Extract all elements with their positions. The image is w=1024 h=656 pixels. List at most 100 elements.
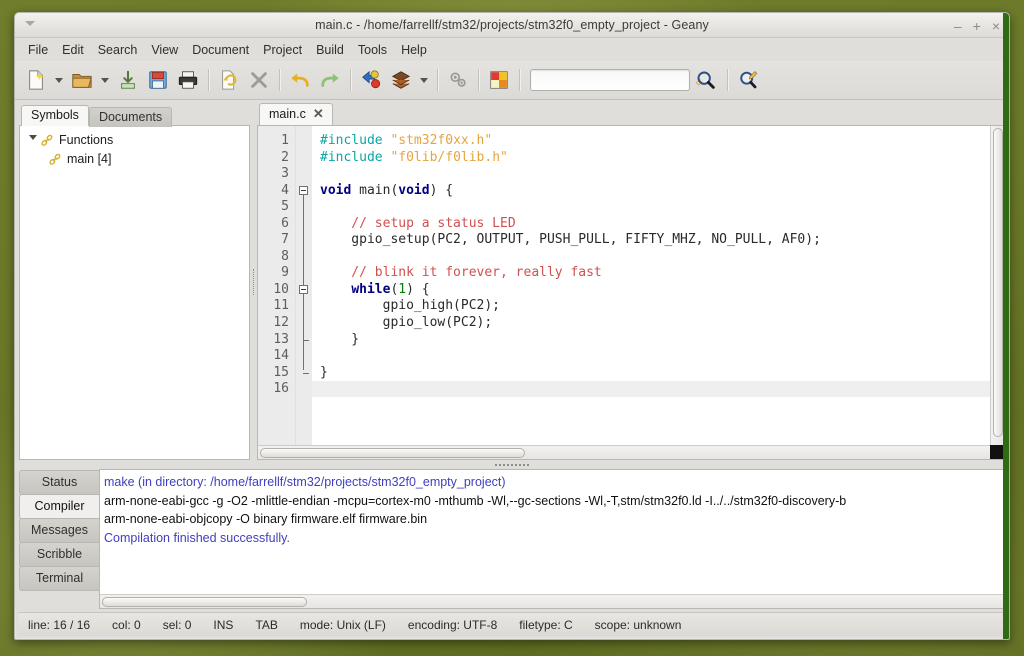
message-content: make (in directory: /home/farrellf/stm32…	[99, 13, 1009, 639]
close-button[interactable]: ×	[992, 19, 1000, 33]
navigate-back-icon[interactable]	[356, 65, 386, 95]
line-number: 14	[273, 348, 289, 364]
menu-edit[interactable]: Edit	[55, 41, 91, 59]
code-line: gpio_low(PC2);	[320, 315, 493, 331]
line-number: 2	[281, 149, 289, 165]
line-number: 5	[281, 199, 289, 215]
chain-link-icon	[40, 133, 54, 147]
editor-horizontal-scrollbar[interactable]	[258, 445, 1004, 459]
message-right-edge	[1003, 13, 1009, 639]
window-menu-arrow-icon[interactable]	[25, 21, 35, 26]
code-line: gpio_high(PC2);	[320, 298, 501, 314]
compiler-output[interactable]: make (in directory: /home/farrellf/stm32…	[100, 470, 1004, 594]
maximize-button[interactable]: +	[973, 19, 981, 33]
editor-vertical-scroll-thumb[interactable]	[993, 128, 1003, 438]
menu-document[interactable]: Document	[185, 41, 256, 59]
document-tab-label: main.c	[269, 107, 306, 121]
vertical-splitter[interactable]	[250, 104, 257, 460]
message-tab-scribble[interactable]: Scribble	[19, 542, 99, 567]
chain-link-icon	[48, 152, 62, 166]
minimize-button[interactable]: –	[954, 19, 962, 33]
toolbar-separator	[208, 69, 209, 91]
line-number: 9	[281, 265, 289, 281]
code-text-area[interactable]: #include "stm32f0xx.h" #include "f0lib/f0…	[312, 126, 1004, 445]
new-document-icon[interactable]	[21, 65, 51, 95]
message-horizontal-scroll-thumb[interactable]	[102, 597, 307, 607]
print-icon[interactable]	[173, 65, 203, 95]
toolbar-separator	[478, 69, 479, 91]
reload-icon[interactable]	[214, 65, 244, 95]
menu-project[interactable]: Project	[256, 41, 309, 59]
close-icon[interactable]: ✕	[313, 106, 324, 122]
compiler-output-line: make (in directory: /home/farrellf/stm32…	[104, 475, 506, 489]
menu-build[interactable]: Build	[309, 41, 351, 59]
status-item: mode: Unix (LF)	[299, 617, 386, 632]
upper-pane: Symbols Documents Functions main [4] main.…	[19, 103, 1005, 460]
search-box[interactable]	[530, 69, 708, 91]
horizontal-splitter[interactable]	[19, 460, 1005, 469]
save-all-icon[interactable]	[143, 65, 173, 95]
window-title: main.c - /home/farrellf/stm32/projects/s…	[315, 18, 709, 32]
document-tab-main-c[interactable]: main.c ✕	[259, 103, 333, 126]
fold-margin[interactable]	[296, 126, 312, 445]
message-tab-compiler[interactable]: Compiler	[19, 494, 99, 519]
editor-horizontal-scroll-thumb[interactable]	[260, 448, 525, 458]
message-tab-terminal[interactable]: Terminal	[19, 566, 99, 591]
message-tab-messages[interactable]: Messages	[19, 518, 99, 543]
triangle-down-icon[interactable]	[26, 135, 40, 144]
build-dropdown-arrow[interactable]	[416, 65, 432, 95]
symbol-tree-item[interactable]: main [4]	[20, 149, 249, 168]
menu-tools[interactable]: Tools	[351, 41, 394, 59]
code-line: }	[320, 331, 360, 347]
message-tab-status[interactable]: Status	[19, 470, 99, 495]
compile-gears-icon[interactable]	[443, 65, 473, 95]
menu-search[interactable]: Search	[91, 41, 145, 59]
symbol-tree-item[interactable]: Functions	[20, 130, 249, 149]
sidebar-tab-documents[interactable]: Documents	[88, 107, 173, 127]
sidebar-tab-symbols[interactable]: Symbols	[21, 105, 89, 126]
menu-view[interactable]: View	[144, 41, 185, 59]
window-controls: – + ×	[954, 13, 1000, 38]
code-line: gpio_setup(PC2, OUTPUT, PUSH_PULL, FIFTY…	[320, 232, 821, 248]
menu-help[interactable]: Help	[394, 41, 434, 59]
build-icon[interactable]	[386, 65, 416, 95]
open-folder-icon[interactable]	[67, 65, 97, 95]
status-item: encoding: UTF-8	[407, 617, 498, 632]
open-recent-dropdown-arrow[interactable]	[97, 65, 113, 95]
code-line: #include "f0lib/f0lib.h"	[320, 149, 508, 165]
undo-icon[interactable]	[285, 65, 315, 95]
editor-vertical-scrollbar[interactable]	[990, 126, 1004, 445]
line-number: 13	[273, 331, 289, 347]
search-input[interactable]	[535, 72, 694, 88]
jump-to-line-icon[interactable]	[734, 65, 764, 95]
title-bar: main.c - /home/farrellf/stm32/projects/s…	[15, 13, 1009, 38]
code-line: #include "stm32f0xx.h"	[320, 133, 493, 148]
symbol-label: main [4]	[67, 151, 112, 166]
symbols-tree[interactable]: Functions main [4]	[19, 125, 250, 460]
redo-icon[interactable]	[315, 65, 345, 95]
toolbar-separator	[519, 69, 520, 91]
save-icon[interactable]	[113, 65, 143, 95]
fold-toggle-icon[interactable]	[299, 185, 308, 195]
symbol-label: Functions	[59, 132, 114, 147]
code-line: // blink it forever, really fast	[320, 265, 602, 281]
status-item: line: 16 / 16	[28, 617, 91, 632]
message-tab-column: Status Compiler Messages Scribble Terminal	[19, 469, 99, 609]
toolbar	[15, 61, 1009, 100]
editor-viewport[interactable]: 1 2 3 4 5 6 7 8 9 10 11 12 13 14 15 16 #include "stm32f…	[258, 126, 1004, 445]
line-number: 10	[273, 281, 289, 297]
message-horizontal-scrollbar[interactable]	[100, 594, 1004, 608]
find-icon[interactable]	[691, 65, 721, 95]
new-document-dropdown-arrow[interactable]	[51, 65, 67, 95]
line-number: 16	[273, 381, 289, 397]
status-item: TAB	[255, 617, 278, 632]
status-item: filetype: C	[519, 617, 573, 632]
toolbar-separator	[350, 69, 351, 91]
fold-toggle-icon[interactable]	[299, 284, 308, 294]
close-document-icon[interactable]	[244, 65, 274, 95]
color-chooser-icon[interactable]	[484, 65, 514, 95]
menu-file[interactable]: File	[21, 41, 55, 59]
fold-connector-line	[303, 191, 304, 370]
